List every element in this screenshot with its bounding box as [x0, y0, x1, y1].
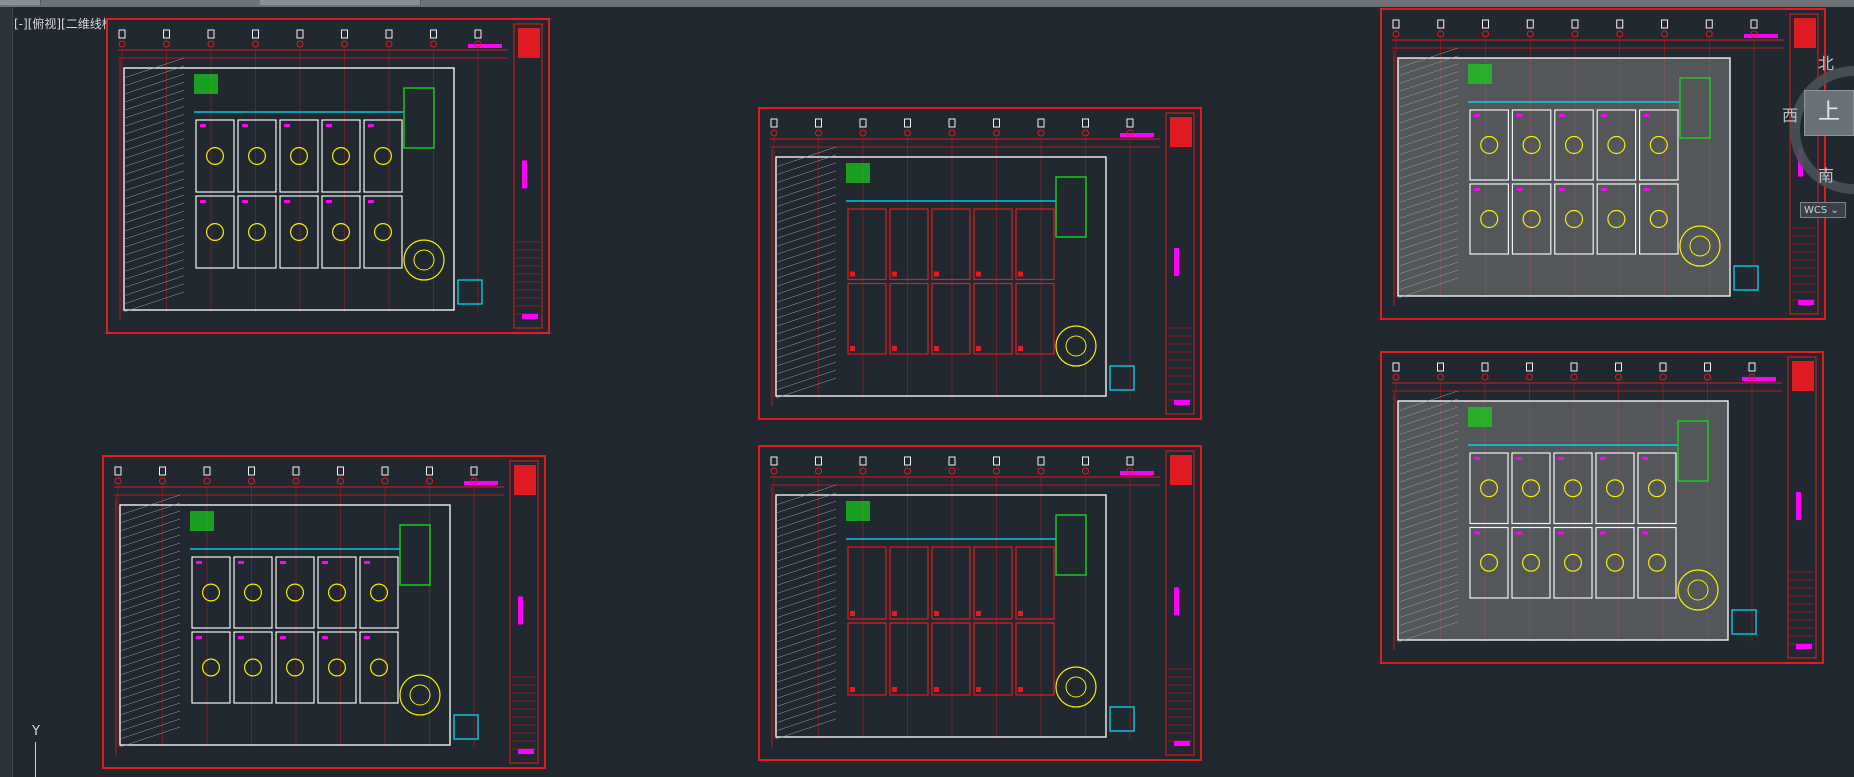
viewcube-top-face[interactable]: 上 — [1804, 90, 1854, 136]
drawing-tab[interactable] — [260, 0, 421, 5]
plan-drawing — [770, 112, 1195, 415]
plan-drawing — [114, 460, 539, 764]
file-tab[interactable] — [0, 0, 41, 5]
compass-west-label[interactable]: 西 — [1782, 102, 1798, 126]
wcs-dropdown[interactable]: WCS ⌄ — [1800, 202, 1846, 218]
compass-south-label[interactable]: 南 — [1818, 162, 1834, 186]
viewcube[interactable]: 上 北 西 南 — [1782, 44, 1854, 224]
floor-plan-sheet[interactable] — [758, 107, 1202, 420]
viewport-controls-label[interactable]: [-][俯视][二维线框] — [14, 15, 118, 32]
ucs-axis-line — [35, 742, 36, 777]
floor-plan-sheet[interactable] — [106, 18, 550, 334]
floor-plan-sheet[interactable] — [1380, 8, 1826, 320]
top-toolbar-strip — [0, 0, 1854, 7]
plan-drawing — [118, 23, 543, 329]
left-panel-strip — [0, 7, 13, 777]
plan-drawing — [770, 450, 1195, 756]
compass-north-label[interactable]: 北 — [1818, 50, 1834, 74]
plan-drawing — [1392, 356, 1817, 659]
floor-plan-sheet[interactable] — [102, 455, 546, 769]
plan-drawing — [1392, 13, 1819, 315]
ucs-y-label: Y — [32, 724, 40, 739]
floor-plan-sheet[interactable] — [758, 445, 1202, 761]
floor-plan-sheet[interactable] — [1380, 351, 1824, 664]
